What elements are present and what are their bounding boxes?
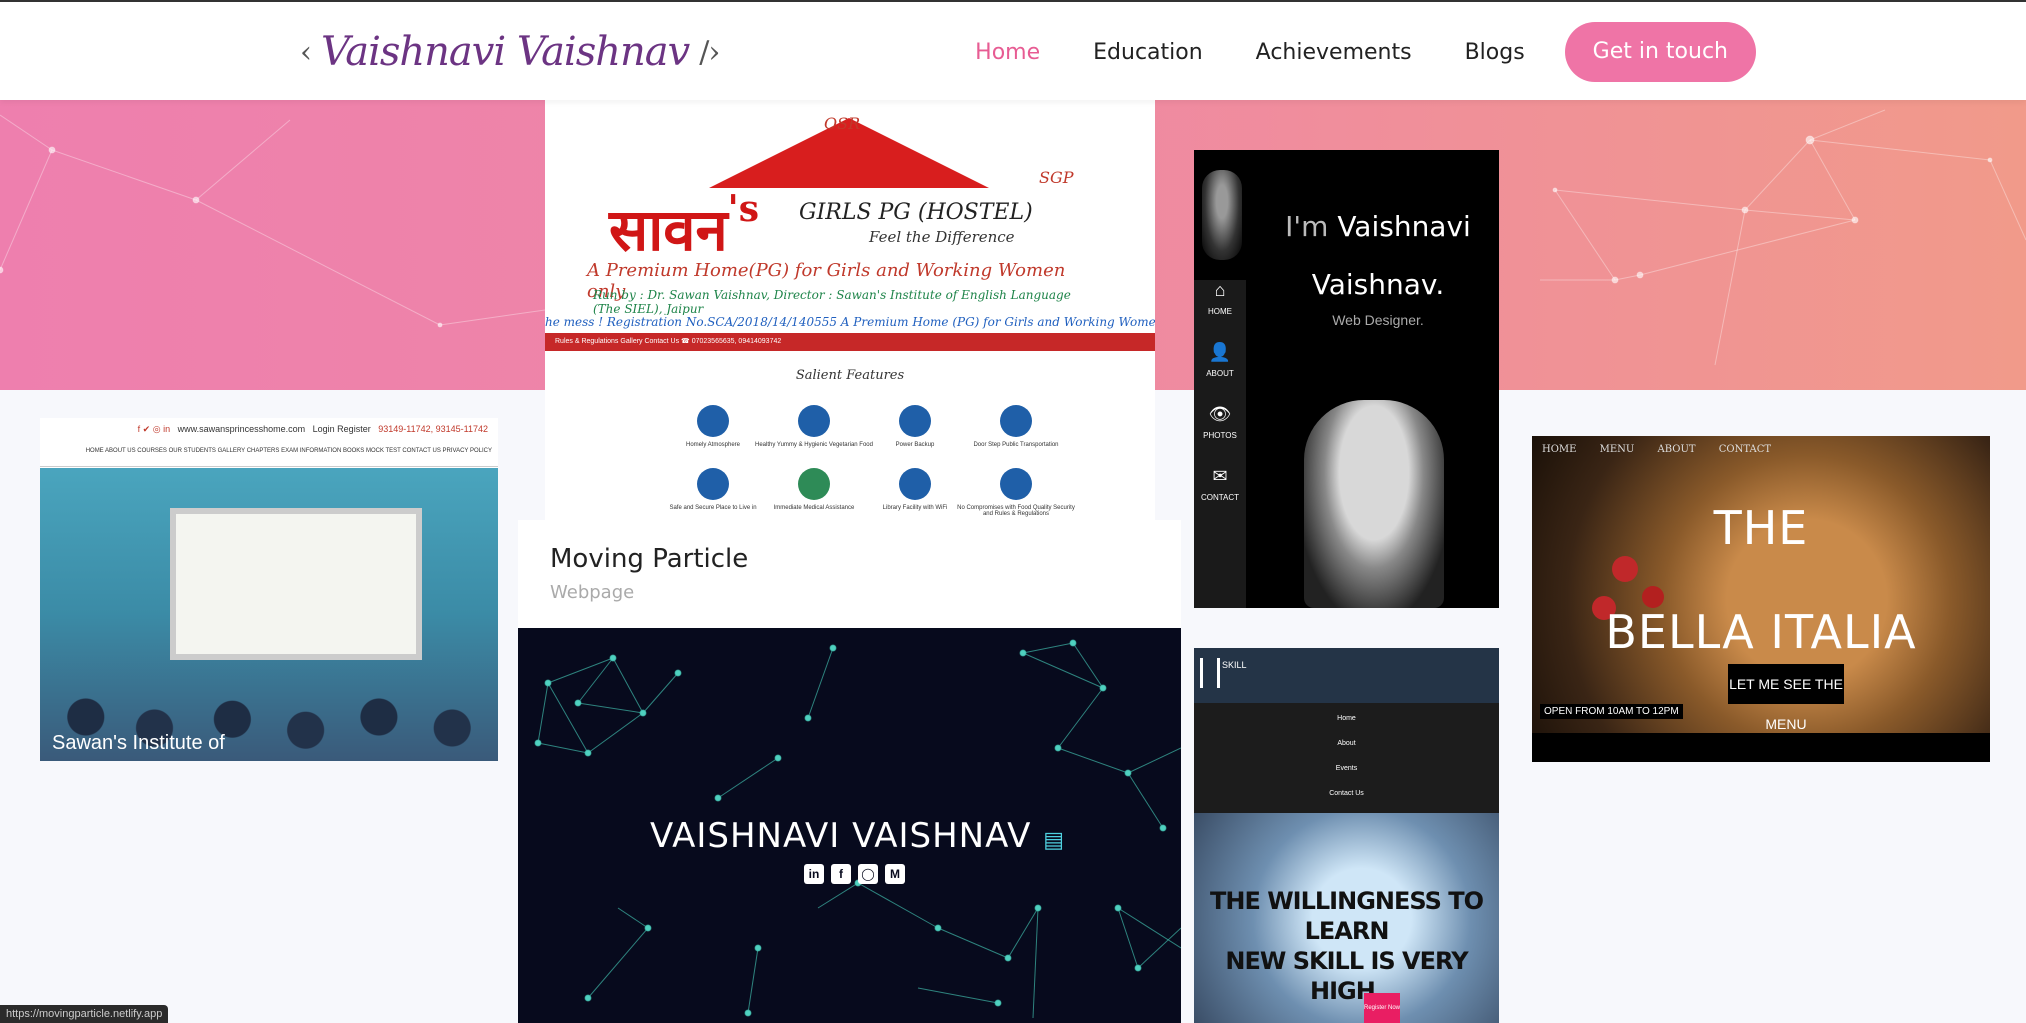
sawan-login: Login Register (312, 424, 371, 434)
skill-menu-item[interactable]: About (1194, 740, 1499, 747)
feature-food-icon (798, 405, 830, 437)
project-skill-site[interactable]: SKILL Home About Events Contact Us THE W… (1194, 648, 1499, 1023)
sawan-social-icons: f ✔ ◎ in (137, 424, 171, 434)
sidebar-item-home[interactable]: ⌂ HOME (1194, 280, 1246, 316)
pg-salient-heading: Salient Features (795, 368, 905, 383)
nav-home[interactable]: Home (975, 40, 1040, 65)
feature-power-icon (899, 405, 931, 437)
see-menu-button[interactable]: LET ME SEE THE MENU (1728, 664, 1844, 732)
intro-im: I'm (1285, 210, 1329, 243)
bella-nav: HOME MENU ABOUT CONTACT (1542, 444, 1772, 455)
particle-hero-name: VAISHNAVI VAISHNAV ▤ (650, 816, 1065, 856)
sawan-phone: 93149-11742, 93145-11742 (378, 424, 488, 434)
pg-run-by: Run by : Dr. Sawan Vaishnav, Director : … (593, 288, 1071, 316)
status-bar-url: https://movingparticle.netlify.app (0, 1005, 169, 1023)
project-sawans-pg[interactable]: OSR SGP सावन's GIRLS PG (HOSTEL) Feel th… (545, 100, 1155, 520)
project-card-caption[interactable]: Moving Particle Webpage (518, 520, 1181, 628)
sidebar-label: ABOUT (1206, 369, 1234, 378)
sidebar-label: HOME (1208, 307, 1232, 316)
nav-blogs[interactable]: Blogs (1465, 40, 1525, 65)
sidebar-label: PHOTOS (1203, 431, 1237, 440)
home-icon: ⌂ (1214, 280, 1226, 300)
skill-menu-item[interactable]: Home (1194, 715, 1499, 722)
sawan-site-url: www.sawansprincesshome.com (177, 424, 306, 434)
intro-name2: Vaishnav. (1311, 268, 1445, 301)
feature-quality-icon (1000, 468, 1032, 500)
portrait-photo (1304, 400, 1444, 608)
particle-social-links: in f ◯ M (804, 864, 905, 884)
main-nav: Home Education Achievements Blogs Get in… (922, 22, 1756, 82)
pg-osr: OSR (824, 114, 861, 133)
project-card-title: Moving Particle (550, 544, 749, 574)
pg-menu-bar: Rules & Regulations Gallery Contact Us ☎… (545, 333, 1155, 351)
sawan-contact-line: f ✔ ◎ in www.sawansprincesshome.com Logi… (138, 424, 488, 435)
mail-icon: ✉ (1212, 466, 1228, 486)
pg-tagline: Feel the Difference (869, 228, 1015, 246)
sidebar-item-photos[interactable]: 👁 PHOTOS (1194, 404, 1246, 440)
skill-menu-item[interactable]: Events (1194, 765, 1499, 772)
user-icon: 👤 (1208, 342, 1232, 362)
pg-apostrophe: 's (727, 188, 759, 230)
intro-name1: Vaishnavi (1337, 210, 1471, 243)
bella-line1: THE (1713, 501, 1809, 555)
skill-logo-icon (1200, 658, 1220, 688)
bella-heading: THE BELLA ITALIA (1532, 476, 1990, 684)
portfolio-sidebar: ⌂ HOME 👤 ABOUT 👁 PHOTOS ✉ CONTACT (1194, 280, 1246, 608)
skill-header: SKILL (1194, 648, 1499, 703)
mini-avatar (1202, 170, 1242, 260)
sidebar-item-about[interactable]: 👤 ABOUT (1194, 342, 1246, 378)
skill-headline: THE WILLINGNESS TO LEARN NEW SKILL IS VER… (1194, 886, 1499, 1006)
feature-label: Door Step Public Transportation (973, 442, 1059, 448)
linkedin-icon[interactable]: in (804, 864, 824, 884)
feature-transport-icon (1000, 405, 1032, 437)
medium-icon[interactable]: M (885, 864, 905, 884)
skill-headline-1: THE WILLINGNESS TO LEARN (1209, 887, 1484, 945)
skill-brand: SKILL (1222, 660, 1247, 670)
feature-label: No Compromises with Food Quality Securit… (957, 505, 1075, 517)
bella-line2: BELLA ITALIA (1605, 605, 1917, 659)
skill-menu-item[interactable]: Contact Us (1194, 790, 1499, 797)
project-moving-particle[interactable]: VAISHNAVI VAISHNAV ▤ in f ◯ M (518, 628, 1181, 1023)
pg-registration: he mess ! Registration No.SCA/2018/14/14… (545, 315, 1155, 333)
bella-hours: OPEN FROM 10AM TO 12PM (1540, 704, 1683, 719)
logo-bracket-right: /› (699, 34, 720, 70)
pg-sgp: SGP (1039, 168, 1074, 187)
site-logo[interactable]: ‹ Vaishnavi Vaishnav /› (290, 24, 729, 80)
feature-safe-icon (697, 468, 729, 500)
sawan-caption: Sawan's Institute of (52, 732, 225, 754)
github-icon[interactable]: ◯ (858, 864, 878, 884)
pg-hindi-word: सावन (609, 196, 728, 264)
logo-bracket-left: ‹ (300, 34, 312, 70)
particle-name-text: VAISHNAVI VAISHNAV (650, 816, 1032, 856)
pg-hindi-title: सावन's (609, 188, 759, 267)
sawan-classroom-photo: Sawan's Institute of (40, 468, 498, 761)
project-bella-italia[interactable]: HOME MENU ABOUT CONTACT THE BELLA ITALIA … (1532, 436, 1990, 762)
sidebar-label: CONTACT (1200, 493, 1240, 502)
intro-role: Web Designer. (1332, 312, 1424, 328)
feature-medical-icon (798, 468, 830, 500)
site-header: ‹ Vaishnavi Vaishnav /› Home Education A… (0, 2, 2026, 100)
feature-library-icon (899, 468, 931, 500)
skill-headline-2: NEW SKILL IS VERY HIGH. (1225, 947, 1468, 1005)
portfolio-intro: I'm Vaishnavi Vaishnav. (1258, 198, 1498, 314)
nav-achievements[interactable]: Achievements (1256, 40, 1412, 65)
eye-icon: 👁 (1208, 404, 1232, 424)
whiteboard (170, 508, 422, 660)
pg-title: GIRLS PG (HOSTEL) (799, 200, 1033, 225)
project-card-subtitle: Webpage (550, 582, 635, 603)
nav-education[interactable]: Education (1093, 40, 1203, 65)
project-dark-portfolio[interactable]: ⌂ HOME 👤 ABOUT 👁 PHOTOS ✉ CONTACT I'm Vaishn… (1194, 150, 1499, 608)
feature-homely-icon (697, 405, 729, 437)
register-now-button[interactable]: Register Now (1364, 993, 1400, 1023)
sidebar-item-contact[interactable]: ✉ CONTACT (1194, 466, 1246, 502)
resume-icon: ▤ (1043, 828, 1066, 853)
facebook-icon[interactable]: f (831, 864, 851, 884)
get-in-touch-button[interactable]: Get in touch (1564, 22, 1756, 82)
pg-banner: OSR SGP सावन's GIRLS PG (HOSTEL) Feel th… (569, 100, 1089, 316)
logo-text: Vaishnavi Vaishnav (321, 29, 690, 75)
skill-menu: Home About Events Contact Us (1194, 703, 1499, 813)
sawan-site-header: f ✔ ◎ in www.sawansprincesshome.com Logi… (40, 418, 498, 467)
sawan-nav-links: HOME ABOUT US COURSES OUR STUDENTS GALLE… (85, 448, 492, 454)
project-sawan-institute[interactable]: f ✔ ◎ in www.sawansprincesshome.com Logi… (40, 418, 498, 761)
